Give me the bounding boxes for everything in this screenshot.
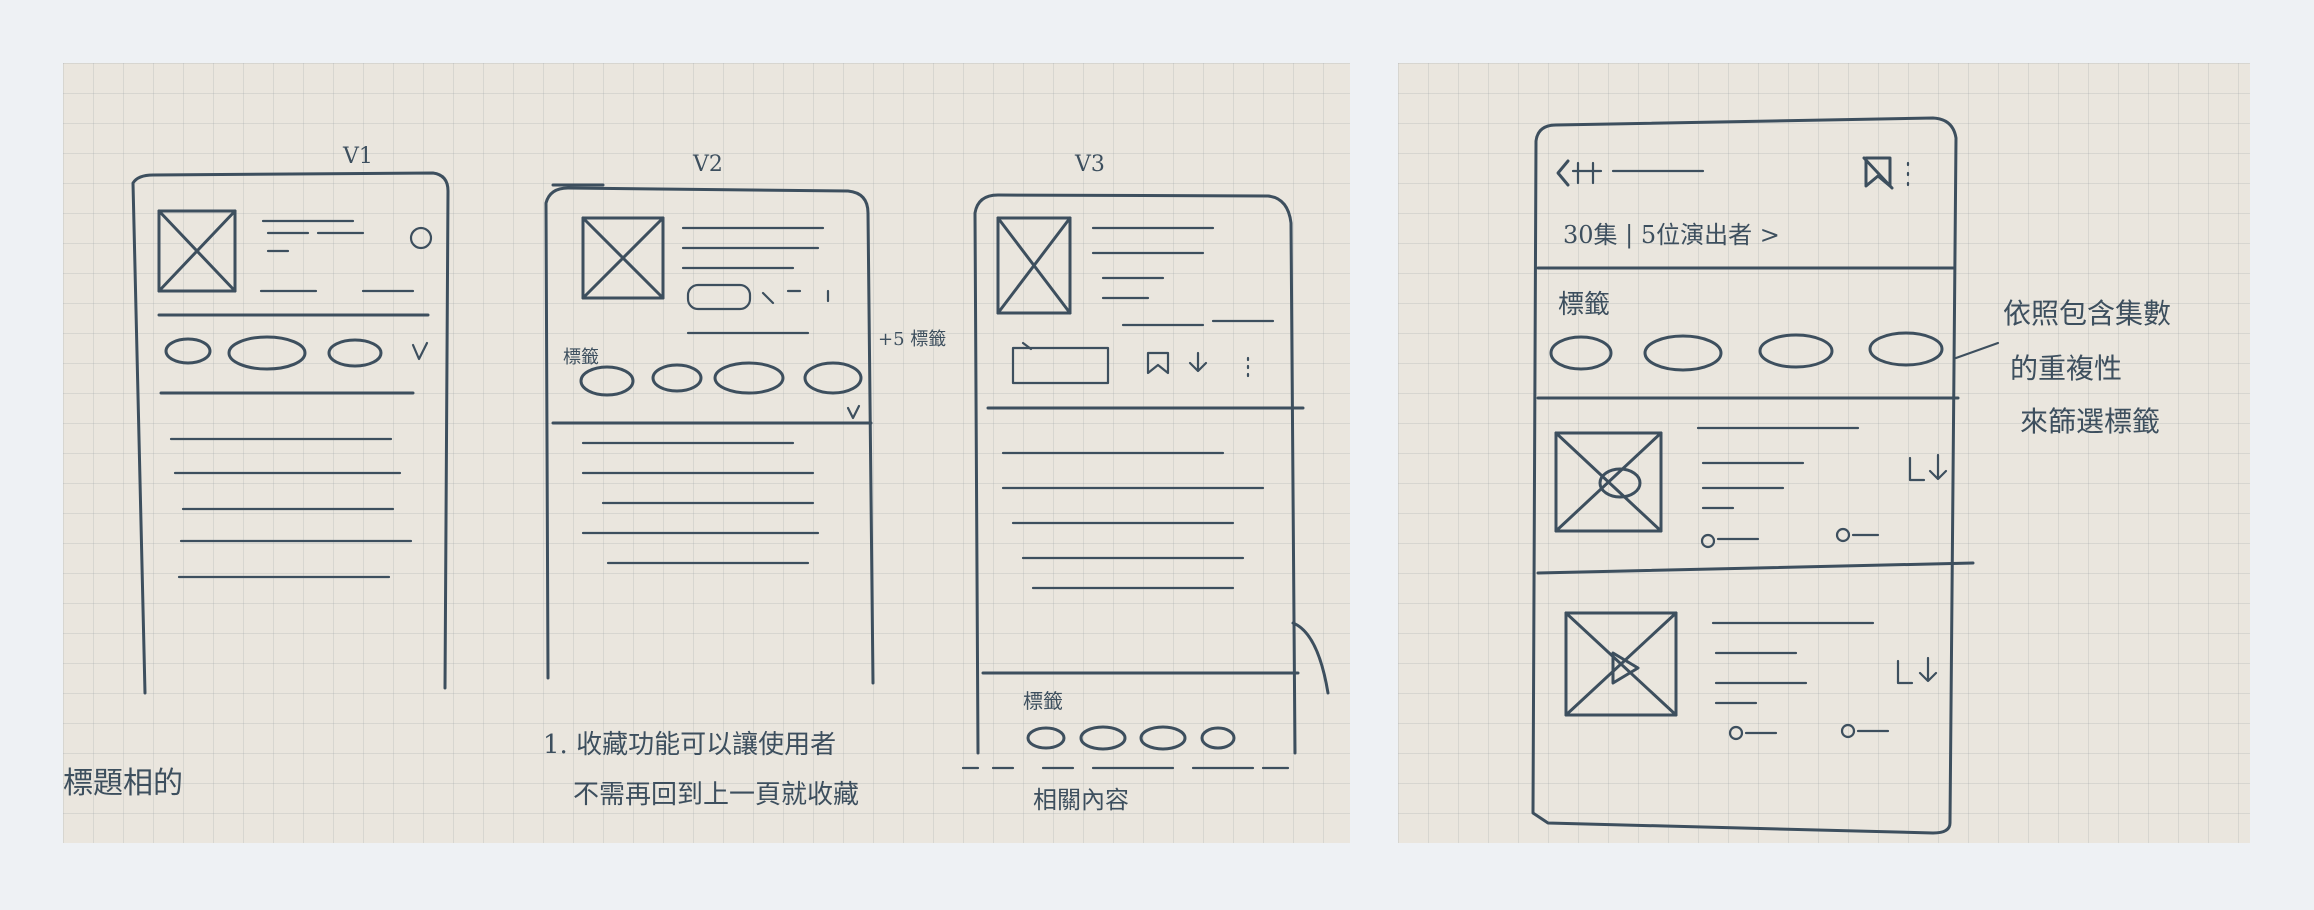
annotation-line-2: 的重複性 bbox=[2010, 352, 2122, 385]
episode-1-actions-icon bbox=[1908, 453, 1948, 482]
v2-play-button-icon bbox=[686, 283, 752, 311]
v2-tag-label: 標籤 bbox=[563, 347, 599, 368]
v3-label: V3 bbox=[1074, 152, 1105, 177]
v2-label: V2 bbox=[692, 152, 723, 177]
tag-title: 標籤 bbox=[1558, 290, 1610, 320]
tag-chip-2 bbox=[1643, 334, 1723, 372]
v2-tag-chip-2 bbox=[651, 363, 703, 393]
sketch-photo-final-wireframe: 30集 | 5位演出者 > 標籤 依照包含集數 的重複性 來篩選標籤 bbox=[1398, 63, 2250, 843]
v3-play-button-icon bbox=[1011, 346, 1110, 385]
v1-tag-chip-3 bbox=[327, 338, 383, 368]
episode-2-actions-icon bbox=[1896, 656, 1938, 685]
annotation-line-1: 依照包含集數 bbox=[2003, 297, 2171, 330]
v2-chevron-down-icon bbox=[846, 404, 861, 420]
v2-tag-chip-4 bbox=[803, 361, 863, 395]
annotation-pointer bbox=[1954, 341, 2000, 360]
v3-tag-label: 標籤 bbox=[1023, 689, 1063, 713]
hash-icon bbox=[1571, 161, 1603, 185]
v2-action-icons bbox=[761, 289, 830, 305]
bottom-left-note: 標題相的 bbox=[63, 766, 183, 801]
v2-tag-chip-3 bbox=[713, 361, 785, 395]
v3-tag-chip-4 bbox=[1200, 726, 1236, 750]
v3-tag-chip-2 bbox=[1079, 725, 1127, 751]
tag-chip-1 bbox=[1549, 335, 1613, 371]
episode-line: 30集 | 5位演出者 > bbox=[1563, 221, 1780, 250]
v1-play-icon bbox=[409, 226, 433, 250]
v1-tag-chip-2 bbox=[227, 335, 307, 371]
v3-tag-chip-1 bbox=[1026, 726, 1066, 750]
annotation-line-3: 來篩選標籤 bbox=[2020, 405, 2160, 438]
related-content-note: 相關內容 bbox=[1033, 786, 1129, 814]
sketch-photo-wireframes-v1-v3: V1 V2 標籤 +5 標籤 V3 標籤 相關內容 1. 收藏功能可以讓使用者 … bbox=[63, 63, 1350, 843]
v2-side-note: +5 標籤 bbox=[878, 329, 946, 350]
v3-tag-chip-3 bbox=[1139, 725, 1187, 751]
v1-label: V1 bbox=[342, 144, 373, 169]
note-line-2: 不需再回到上一頁就收藏 bbox=[573, 780, 859, 810]
v1-chevron-down-icon bbox=[411, 341, 429, 361]
sketch-right-drawing: 30集 | 5位演出者 > 標籤 依照包含集數 的重複性 來篩選標籤 bbox=[1531, 116, 2171, 835]
v3-download-icon bbox=[1188, 351, 1208, 373]
note-line-1: 1. 收藏功能可以讓使用者 bbox=[543, 730, 836, 760]
v2-phone-outline bbox=[544, 186, 875, 685]
tag-chip-3 bbox=[1758, 333, 1834, 369]
v1-phone-outline bbox=[131, 171, 450, 695]
tag-chip-4 bbox=[1868, 331, 1944, 367]
v2-tag-chip-1 bbox=[579, 365, 635, 397]
v3-bookmark-icon bbox=[1146, 351, 1170, 375]
back-arrow-icon bbox=[1556, 159, 1570, 187]
v1-tag-chip-1 bbox=[164, 337, 212, 365]
sketch-left-drawing: V1 V2 標籤 +5 標籤 V3 標籤 相關內容 1. 收藏功能可以讓使用者 … bbox=[63, 144, 1330, 814]
v3-finger-gesture-icon bbox=[1291, 621, 1330, 695]
